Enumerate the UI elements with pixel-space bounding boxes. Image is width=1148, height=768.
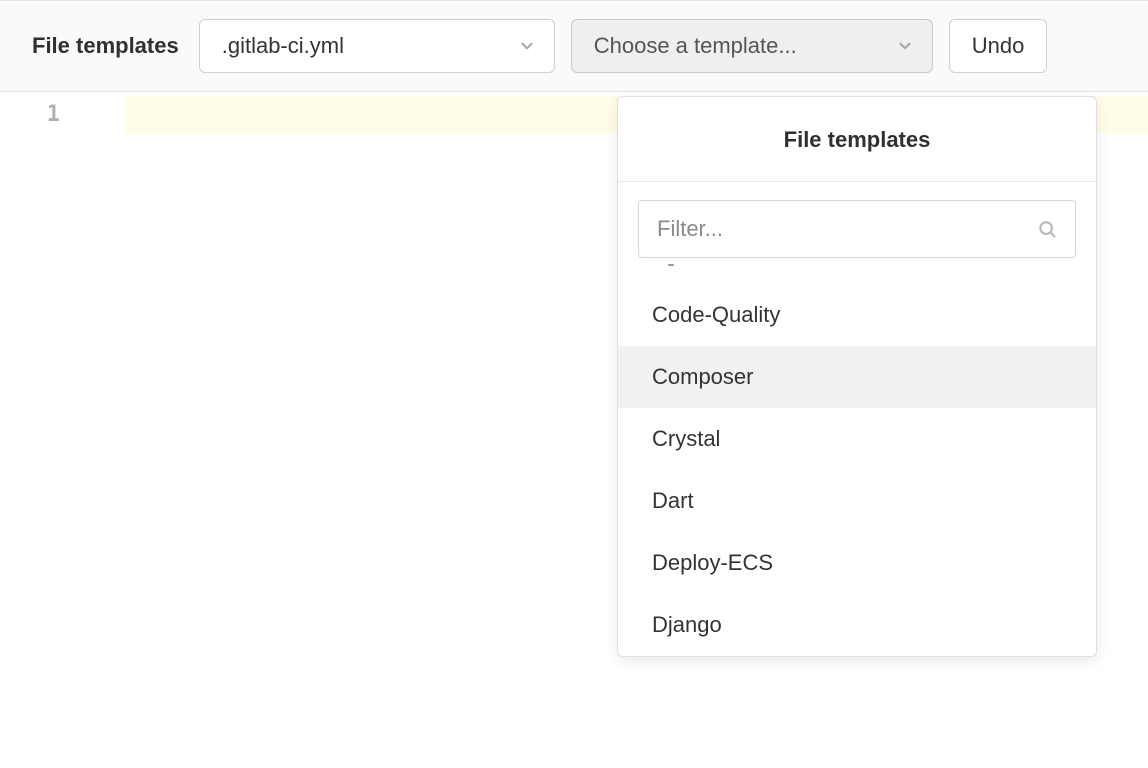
undo-button-label: Undo: [972, 33, 1025, 59]
filter-input[interactable]: [657, 216, 1037, 242]
template-item[interactable]: Crystal: [618, 408, 1096, 470]
template-dropdown[interactable]: Choose a template...: [571, 19, 933, 73]
template-dropdown-value: Choose a template...: [594, 33, 797, 59]
partial-item-top: [618, 270, 1096, 284]
template-item[interactable]: Code-Quality: [618, 284, 1096, 346]
dropdown-panel-title: File templates: [618, 97, 1096, 182]
search-icon: [1037, 219, 1057, 239]
filter-input-wrap[interactable]: [638, 200, 1076, 258]
file-templates-toolbar: File templates .gitlab-ci.yml Choose a t…: [0, 0, 1148, 92]
line-number: 1: [0, 102, 60, 127]
template-item[interactable]: Dart: [618, 470, 1096, 532]
filter-wrap: [618, 182, 1096, 268]
template-item[interactable]: Django: [618, 594, 1096, 656]
template-list: Code-QualityComposerCrystalDartDeploy-EC…: [618, 268, 1096, 656]
filetype-dropdown-value: .gitlab-ci.yml: [222, 33, 344, 59]
editor-gutter: 1: [0, 92, 104, 768]
undo-button[interactable]: Undo: [949, 19, 1048, 73]
chevron-down-icon: [896, 37, 914, 55]
file-templates-label: File templates: [32, 33, 179, 59]
filetype-dropdown[interactable]: .gitlab-ci.yml: [199, 19, 555, 73]
template-dropdown-panel: File templates Code-QualityComposerCryst…: [617, 96, 1097, 657]
template-item[interactable]: Deploy-ECS: [618, 532, 1096, 594]
template-item[interactable]: Composer: [618, 346, 1096, 408]
chevron-down-icon: [518, 37, 536, 55]
